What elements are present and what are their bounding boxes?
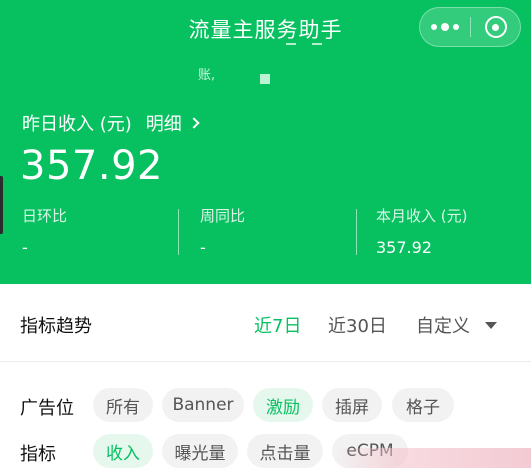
chip-impressions[interactable]: 曝光量 <box>162 434 238 468</box>
income-header: 流量主服务助手 账, 昨日收入 (元) 明细 357.92 日环比 - 周同比 … <box>0 0 531 284</box>
income-label: 昨日收入 (元) <box>22 114 132 135</box>
stat-value: - <box>200 238 206 257</box>
chip-interstitial[interactable]: 插屏 <box>322 388 382 422</box>
ad-position-filter: 广告位 所有 Banner 激励 插屏 格子 <box>0 386 531 426</box>
stat-label: 周同比 <box>200 207 246 225</box>
stat-label: 日环比 <box>22 207 68 225</box>
app-screen: 流量主服务助手 账, 昨日收入 (元) 明细 357.92 日环比 - 周同比 … <box>0 0 531 468</box>
income-value: 357.92 <box>20 143 163 189</box>
chip-clicks[interactable]: 点击量 <box>247 434 323 468</box>
stat-divider <box>356 209 357 255</box>
capsule-menu <box>419 7 521 47</box>
account-hint: 账, <box>198 68 216 83</box>
more-icon[interactable] <box>420 8 470 46</box>
stat-value: 357.92 <box>376 238 432 257</box>
redacted-mark <box>286 43 296 45</box>
chevron-right-icon <box>188 117 200 129</box>
chip-banner[interactable]: Banner <box>162 388 244 422</box>
chip-rewarded[interactable]: 激励 <box>253 388 313 422</box>
range-30-days[interactable]: 近30日 <box>328 312 387 338</box>
stat-label: 本月收入 (元) <box>376 207 468 225</box>
stat-value: - <box>22 238 28 257</box>
stat-divider <box>178 209 179 255</box>
redacted-mark <box>260 74 270 84</box>
chip-grid[interactable]: 格子 <box>392 388 454 422</box>
income-row: 昨日收入 (元) 明细 <box>22 110 200 136</box>
edge-handle <box>0 176 3 234</box>
image-artifact <box>336 448 531 468</box>
redacted-mark <box>312 43 322 45</box>
stat-week-over-week: 周同比 - <box>200 205 245 257</box>
caret-down-icon[interactable] <box>485 322 497 329</box>
close-icon[interactable] <box>471 8 520 46</box>
stat-month-income: 本月收入 (元) 357.92 <box>376 205 467 257</box>
trend-title: 指标趋势 <box>20 316 92 337</box>
chip-income[interactable]: 收入 <box>93 434 153 468</box>
range-custom[interactable]: 自定义 <box>416 312 470 338</box>
income-stats: 日环比 - 周同比 - 本月收入 (元) 357.92 <box>0 205 531 257</box>
filter-label: 指标 <box>20 444 56 465</box>
filter-label: 广告位 <box>20 398 74 419</box>
detail-link[interactable]: 明细 <box>145 110 200 136</box>
detail-label: 明细 <box>145 114 182 135</box>
trend-header: 指标趋势 近7日 近30日 自定义 <box>0 284 531 362</box>
stat-day-over-day: 日环比 - <box>22 205 67 257</box>
chip-all[interactable]: 所有 <box>93 388 153 422</box>
range-7-days[interactable]: 近7日 <box>254 312 301 338</box>
